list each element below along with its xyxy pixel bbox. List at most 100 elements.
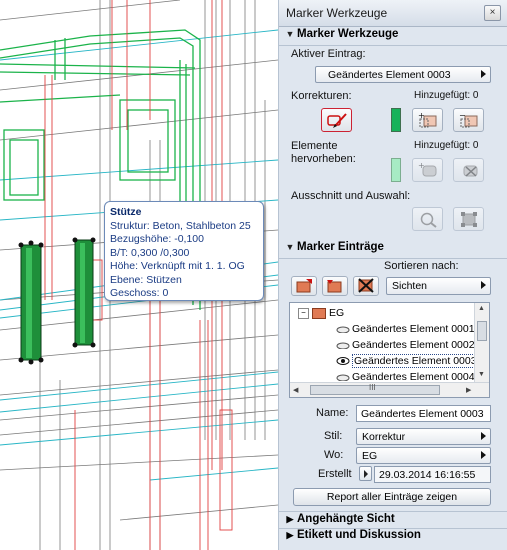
section-title: Angehängte Sicht — [297, 513, 395, 525]
highlight-label-line2: hervorheben: — [291, 153, 356, 165]
eye-icon — [336, 326, 350, 334]
delete-entry-icon — [358, 278, 374, 293]
palette-titlebar[interactable]: Marker Werkzeuge × — [279, 0, 507, 27]
report-all-entries-button[interactable]: Report aller Einträge zeigen — [293, 488, 491, 506]
add-highlight-icon: + — [418, 162, 437, 177]
corrections-added-count: Hinzugefügt: 0 — [414, 90, 479, 101]
tooltip-title: Stütze — [110, 206, 142, 218]
expander-icon: − — [298, 307, 309, 319]
scroll-thumb[interactable]: III — [310, 383, 440, 395]
tree-item-label: Geändertes Element 0001 — [352, 323, 475, 335]
dropdown-arrow-icon — [481, 451, 486, 459]
pen-cloud-icon — [327, 113, 347, 128]
close-button[interactable]: × — [484, 5, 501, 21]
sort-value: Sichten — [392, 280, 428, 292]
scroll-grip-mark: III — [369, 383, 376, 392]
where-label: Wo: — [324, 449, 344, 461]
scroll-right-icon: ▶ — [466, 387, 472, 394]
highlight-label-line1: Elemente — [291, 140, 338, 152]
section-title: Marker Einträge — [297, 241, 384, 253]
dropdown-arrow-icon — [481, 432, 486, 440]
tree-item[interactable]: Geändertes Element 0001 — [336, 321, 475, 337]
section-marker-tools[interactable]: ▼ Marker Werkzeuge — [283, 28, 503, 46]
name-label: Name: — [316, 407, 349, 419]
delete-entry-button[interactable] — [353, 276, 379, 296]
marker-tools-palette: Marker Werkzeuge × ▼ Marker Werkzeuge Akt… — [278, 0, 507, 550]
add-highlight-button[interactable]: + — [412, 158, 443, 182]
created-go-button[interactable] — [359, 466, 372, 481]
tree-vertical-scrollbar[interactable]: ▲ ▼ — [474, 303, 489, 383]
remove-element-icon: − — [459, 112, 478, 128]
sort-by-dropdown[interactable]: Sichten — [386, 277, 491, 295]
expand-triangle-icon: ▶ — [286, 514, 294, 524]
folder-icon — [312, 307, 326, 319]
sort-label: Sortieren nach: — [384, 260, 459, 272]
tree-item-label: Geändertes Element 0003 — [352, 354, 479, 368]
remove-correction-button[interactable]: − — [453, 108, 484, 132]
element-info-tooltip: Stütze Struktur: Beton, Stahlbeton 25 Be… — [104, 201, 264, 301]
correction-color-swatch[interactable] — [391, 108, 401, 132]
tooltip-line: Ebene: Stützen — [110, 273, 182, 286]
active-entry-label: Aktiver Eintrag: — [291, 48, 366, 60]
add-element-icon: + — [418, 112, 437, 128]
add-correction-button[interactable]: + — [412, 108, 443, 132]
style-value: Korrektur — [362, 431, 406, 443]
expand-triangle-icon: ▶ — [286, 530, 294, 540]
palette-title: Marker Werkzeuge — [286, 6, 388, 20]
svg-text:−: − — [459, 112, 466, 120]
scroll-down-icon: ▼ — [478, 371, 485, 378]
tooltip-line: B/T: 0,300 /0,300 — [110, 246, 190, 259]
tree-item-label: Geändertes Element 0002 — [352, 339, 475, 351]
remove-highlight-icon — [463, 165, 478, 177]
tooltip-line: Höhe: Verknüpft mit 1. 1. OG — [110, 260, 245, 272]
dropdown-arrow-icon — [481, 70, 486, 78]
entries-tree[interactable]: − EG Geändertes Element 0001 Geändertes E… — [289, 302, 490, 398]
tree-horizontal-scrollbar[interactable]: ◀ III ▶ — [290, 382, 489, 397]
scroll-left-icon: ◀ — [293, 387, 299, 394]
section-marker-entries[interactable]: ▼ Marker Einträge — [283, 241, 503, 259]
remove-highlight-button[interactable] — [453, 158, 484, 182]
tree-item-selected[interactable]: Geändertes Element 0003 — [336, 353, 479, 369]
eye-icon — [336, 374, 350, 382]
scroll-up-icon: ▲ — [478, 305, 485, 312]
selection-label: Ausschnitt und Auswahl: — [291, 190, 411, 202]
magnifier-icon — [420, 212, 437, 228]
tree-root-eg[interactable]: − EG — [298, 305, 344, 321]
new-entry-icon — [296, 279, 312, 293]
tooltip-line: Struktur: Beton, Stahlbeton 25 — [110, 219, 251, 232]
where-dropdown[interactable]: EG — [356, 447, 491, 464]
tooltip-line: Geschoss: 0 — [110, 287, 169, 299]
svg-text:+: + — [418, 162, 425, 170]
corrections-label: Korrekturen: — [291, 90, 352, 102]
dropdown-arrow-icon — [481, 281, 486, 289]
highlight-added-count: Hinzugefügt: 0 — [414, 140, 479, 151]
import-entry-button[interactable] — [322, 276, 348, 296]
divider — [279, 511, 507, 512]
select-handles-icon — [461, 212, 477, 227]
tooltip-line: Bezugshöhe: -0,100 — [110, 233, 204, 245]
divider — [279, 45, 507, 46]
active-entry-dropdown[interactable]: Geändertes Element 0003 — [315, 66, 491, 83]
created-date-field: 29.03.2014 16:16:55 — [374, 466, 491, 483]
svg-text:+: + — [418, 112, 425, 120]
3d-viewport[interactable]: Stütze Struktur: Beton, Stahlbeton 25 Be… — [0, 0, 278, 550]
style-dropdown[interactable]: Korrektur — [356, 428, 491, 445]
eye-open-icon — [336, 357, 350, 366]
section-attached-view[interactable]: ▶ Angehängte Sicht — [283, 513, 503, 529]
created-label: Erstellt — [318, 468, 352, 480]
new-entry-button[interactable] — [291, 276, 317, 296]
correction-pen-button[interactable] — [321, 108, 352, 132]
eye-icon — [336, 342, 350, 350]
divider — [279, 258, 507, 259]
active-entry-value: Geändertes Element 0003 — [328, 69, 451, 81]
scroll-thumb[interactable] — [477, 321, 487, 341]
import-entry-icon — [327, 280, 342, 293]
tree-item[interactable]: Geändertes Element 0002 — [336, 337, 475, 353]
selected-columns — [18, 237, 96, 365]
name-field[interactable]: Geändertes Element 0003 — [356, 405, 491, 422]
highlight-color-swatch[interactable] — [391, 158, 401, 182]
select-elements-button[interactable] — [453, 207, 484, 231]
section-label-discussion[interactable]: ▶ Etikett und Diskussion — [283, 529, 503, 545]
style-label: Stil: — [324, 430, 343, 442]
zoom-to-selection-button[interactable] — [412, 207, 443, 231]
